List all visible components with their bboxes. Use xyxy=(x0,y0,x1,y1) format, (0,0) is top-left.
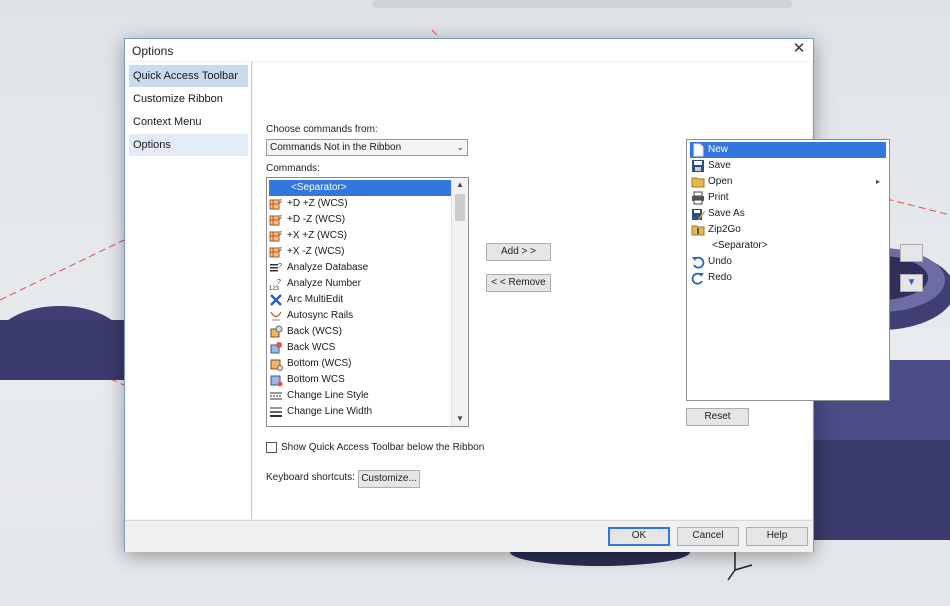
sidebar-item-context-menu[interactable]: Context Menu xyxy=(129,111,248,133)
view-cube-icon: z xyxy=(269,231,282,242)
undo-icon xyxy=(692,256,705,269)
view-cube-icon: z xyxy=(269,199,282,210)
svg-text:z: z xyxy=(279,247,282,253)
list-item[interactable]: Zip2Go xyxy=(690,222,886,238)
scroll-up-icon[interactable]: ▲ xyxy=(452,178,468,192)
reset-button[interactable]: Reset xyxy=(686,408,749,426)
view-back-icon xyxy=(270,325,283,338)
choose-commands-dropdown[interactable]: Commands Not in the Ribbon ⌄ xyxy=(266,139,468,156)
save-icon xyxy=(692,160,704,172)
options-sidebar: Quick Access Toolbar Customize Ribbon Co… xyxy=(126,62,252,519)
choose-commands-label: Choose commands from: xyxy=(266,124,378,135)
move-down-button[interactable]: ▼ xyxy=(900,274,923,292)
list-item[interactable]: <Separator> xyxy=(690,238,886,254)
new-file-icon xyxy=(693,143,704,157)
analyze-number-icon: 123? xyxy=(269,279,281,291)
svg-text:?: ? xyxy=(278,263,282,270)
cancel-button[interactable]: Cancel xyxy=(677,527,739,546)
svg-text:z: z xyxy=(279,215,282,221)
sidebar-item-options[interactable]: Options xyxy=(129,134,248,156)
list-item[interactable]: Save xyxy=(690,158,886,174)
title-bar: Options ✕ xyxy=(125,39,813,61)
list-item[interactable]: Print xyxy=(690,190,886,206)
analyze-icon: ? xyxy=(270,263,282,272)
list-item[interactable]: Undo xyxy=(690,254,886,270)
dialog-title: Options xyxy=(132,44,174,58)
view-cube-icon: z xyxy=(269,247,282,258)
remove-button[interactable]: < < Remove xyxy=(486,274,551,292)
view-cube-icon: z xyxy=(269,215,282,226)
save-as-icon xyxy=(692,209,705,220)
print-icon xyxy=(692,191,704,205)
svg-text:z: z xyxy=(279,199,282,205)
list-item[interactable]: Redo xyxy=(690,270,886,286)
scroll-down-icon[interactable]: ▼ xyxy=(452,412,468,426)
submenu-arrow-icon: ▸ xyxy=(875,177,880,186)
sidebar-item-customize-ribbon[interactable]: Customize Ribbon xyxy=(129,88,248,110)
view-back-icon xyxy=(270,342,282,354)
arrow-down-icon: ▼ xyxy=(906,277,917,288)
commands-list[interactable]: <Separator> z +D +Z (WCS) z +D -Z (WCS) … xyxy=(266,177,469,427)
list-item[interactable]: Save As xyxy=(690,206,886,222)
qat-settings-panel: Choose commands from: Commands Not in th… xyxy=(253,62,923,519)
list-item[interactable]: New xyxy=(690,142,886,158)
dialog-footer: OK Cancel Help xyxy=(125,520,813,552)
options-dialog: Options ✕ Quick Access Toolbar Customize… xyxy=(124,38,923,552)
scroll-thumb[interactable] xyxy=(455,194,465,221)
move-up-button[interactable] xyxy=(900,244,923,262)
show-below-ribbon-label: Show Quick Access Toolbar below the Ribb… xyxy=(281,442,485,453)
svg-text:123: 123 xyxy=(269,286,280,291)
help-button[interactable]: Help xyxy=(746,527,808,546)
qat-commands-list[interactable]: New Save Open ▸ Print Save As Zip2Go <Se… xyxy=(686,139,890,401)
keyboard-shortcuts-label: Keyboard shortcuts: xyxy=(266,472,355,483)
line-width-icon xyxy=(270,407,282,417)
dropdown-value: Commands Not in the Ribbon xyxy=(270,142,402,153)
zip-icon xyxy=(691,225,705,236)
svg-text:?: ? xyxy=(277,279,281,286)
customize-button[interactable]: Customize... xyxy=(358,470,420,488)
show-below-ribbon-checkbox[interactable] xyxy=(266,442,277,453)
line-style-icon xyxy=(270,392,282,400)
close-icon[interactable]: ✕ xyxy=(791,41,807,57)
view-bottom-icon xyxy=(270,359,283,371)
open-folder-icon xyxy=(691,177,705,188)
list-item[interactable]: Open ▸ xyxy=(690,174,886,190)
redo-icon xyxy=(691,272,704,285)
commands-label: Commands: xyxy=(266,163,320,174)
svg-text:z: z xyxy=(279,231,282,237)
add-button[interactable]: Add > > xyxy=(486,243,551,261)
autosync-icon xyxy=(270,311,282,321)
list-item[interactable]: <Separator> xyxy=(269,180,451,196)
chevron-down-icon: ⌄ xyxy=(456,142,464,152)
sidebar-item-quick-access-toolbar[interactable]: Quick Access Toolbar xyxy=(129,65,248,87)
arc-edit-icon xyxy=(270,294,282,306)
commands-scrollbar[interactable]: ▲ ▼ xyxy=(451,178,468,426)
ok-button[interactable]: OK xyxy=(608,527,670,546)
view-bottom-icon xyxy=(270,375,283,387)
